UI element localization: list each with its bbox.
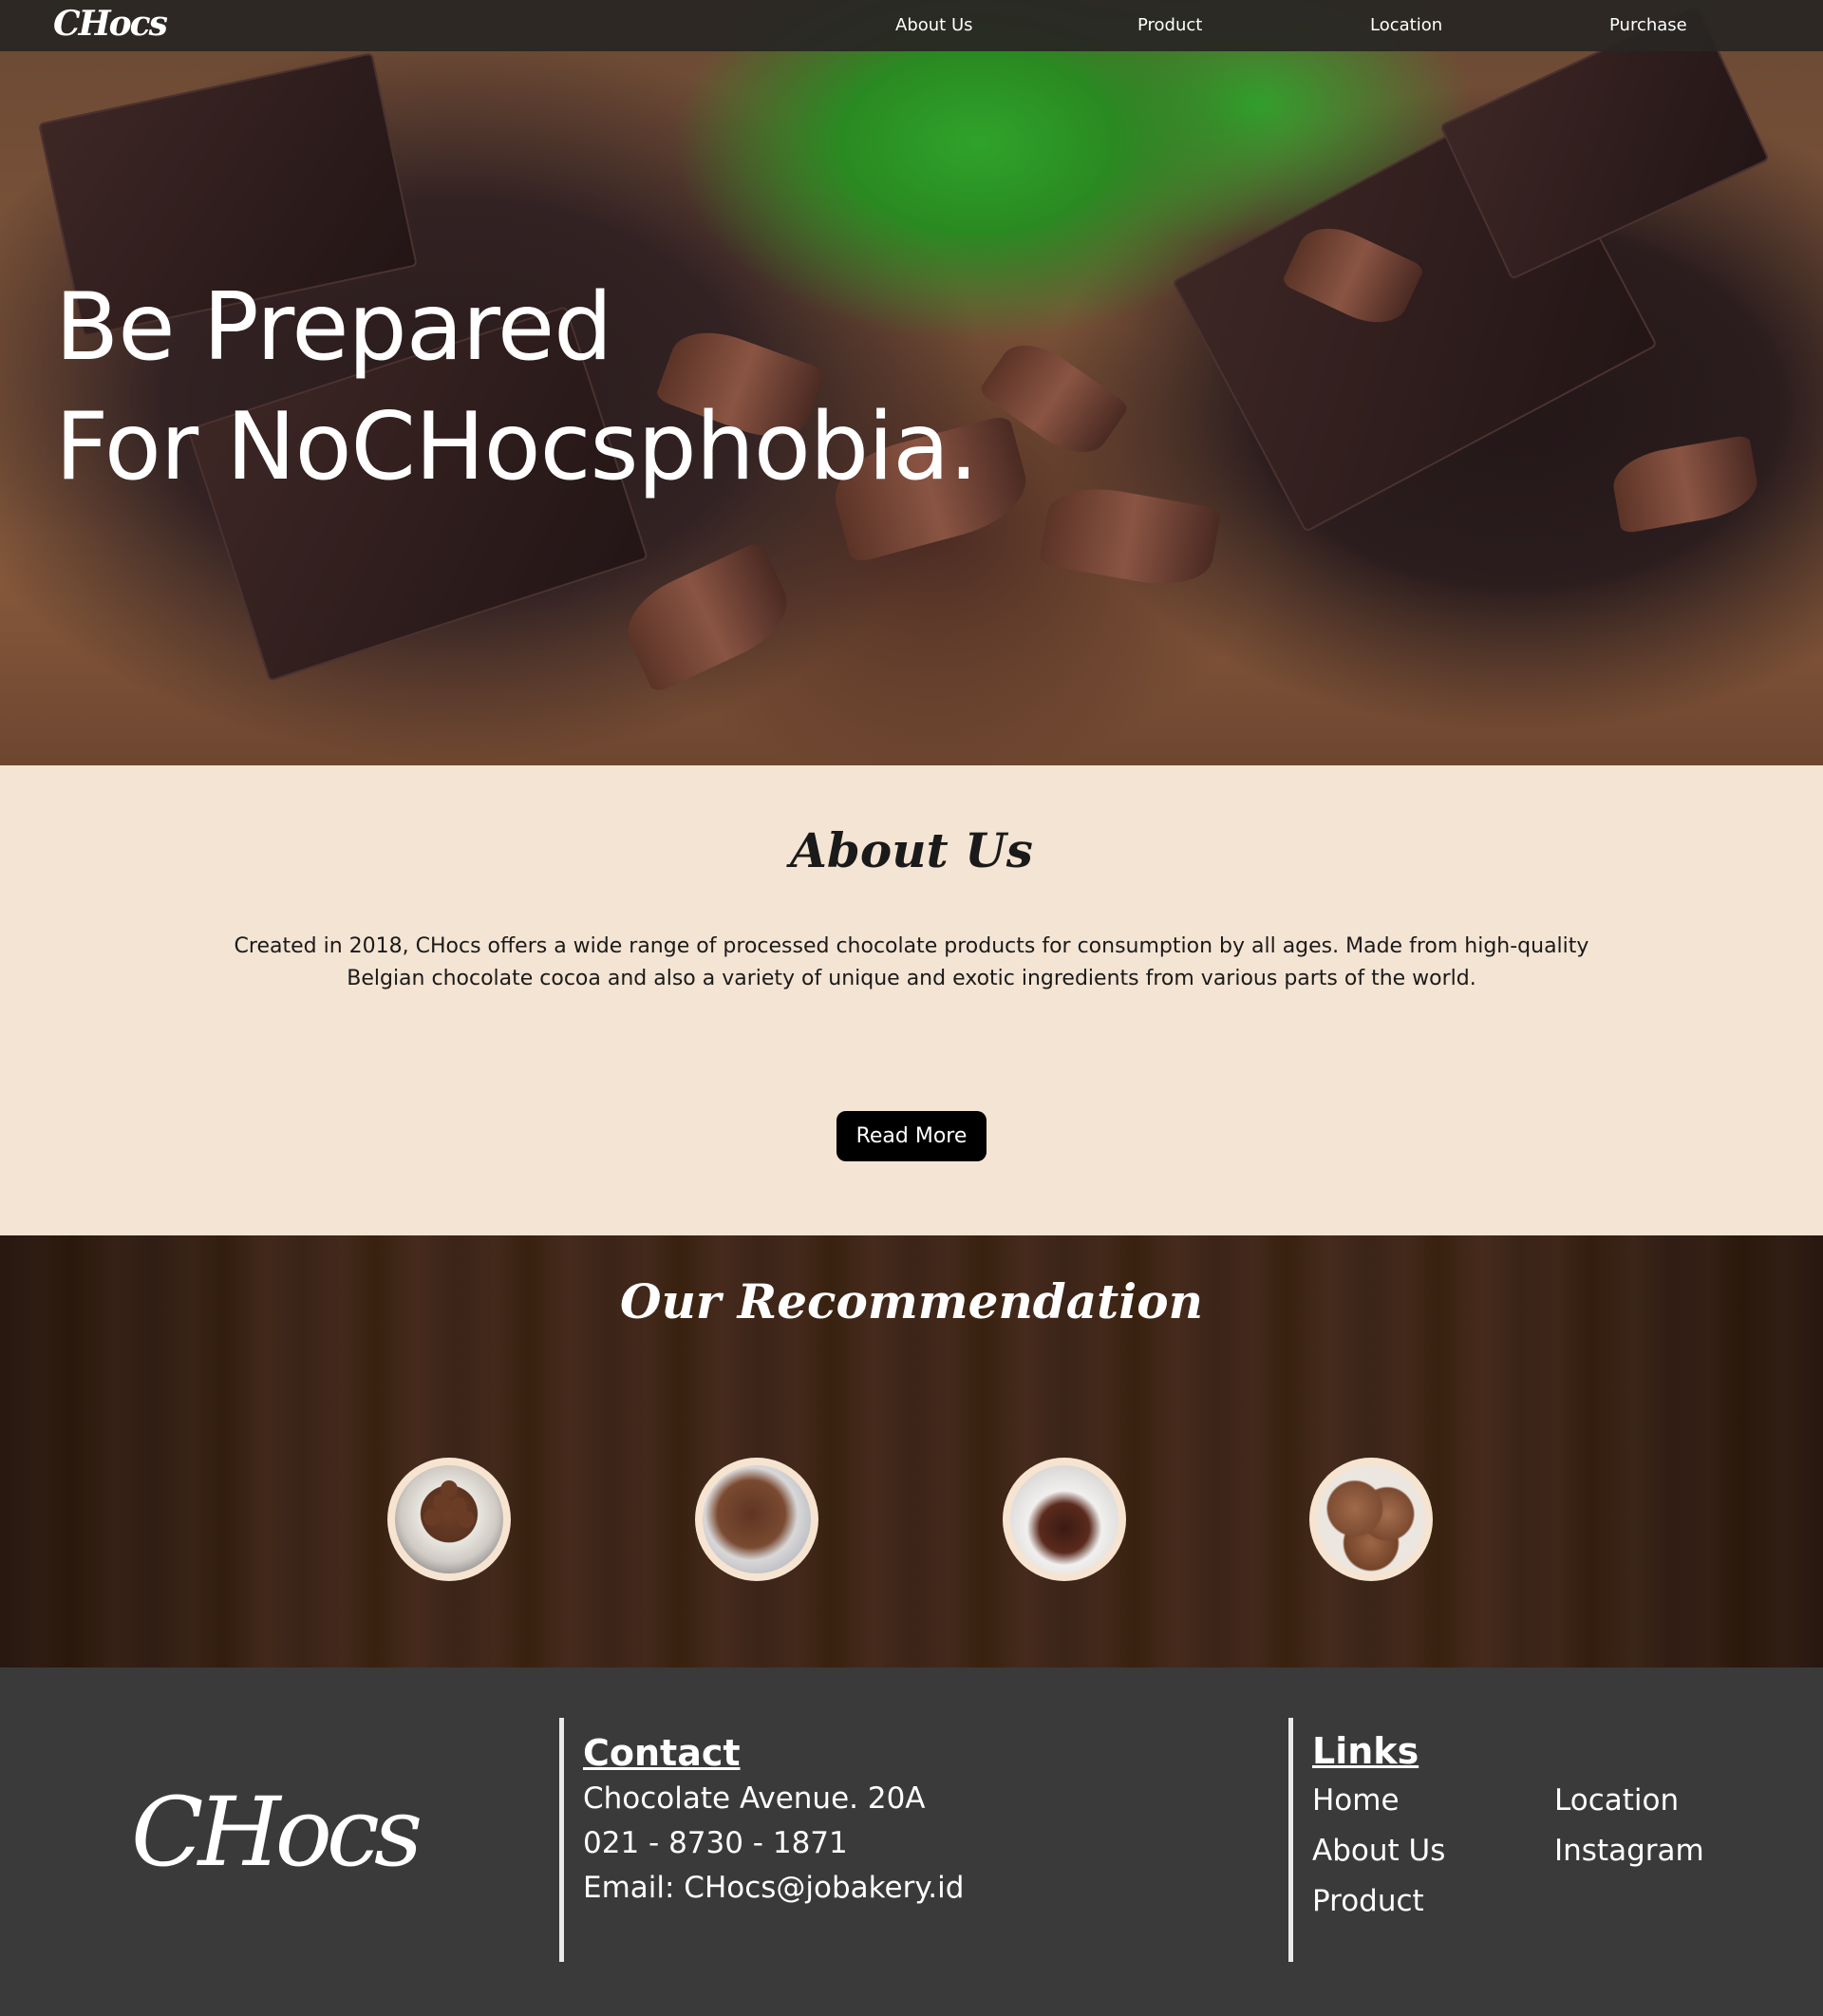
- recommendation-item-truffles[interactable]: [387, 1458, 511, 1581]
- truffles-image: [395, 1465, 503, 1573]
- about-text: Created in 2018, CHocs offers a wide ran…: [234, 934, 1589, 990]
- footer-link-product[interactable]: Product: [1312, 1884, 1424, 1918]
- footer-link-about-us[interactable]: About Us: [1312, 1834, 1445, 1868]
- chocolate-cake-image: [703, 1465, 811, 1573]
- about-heading: About Us: [790, 822, 1033, 878]
- recommendation-item-cake[interactable]: [695, 1458, 818, 1581]
- footer-link-home[interactable]: Home: [1312, 1783, 1400, 1818]
- recommendation-item-ice-cream[interactable]: [1309, 1458, 1433, 1581]
- footer-link-location[interactable]: Location: [1554, 1783, 1679, 1818]
- contact-heading: Contact: [583, 1732, 741, 1774]
- read-more-button[interactable]: Read More: [836, 1111, 987, 1161]
- hero-banner: Be Prepared For NoCHocsphobia.: [0, 0, 1823, 765]
- about-section: About Us Created in 2018, CHocs offers a…: [0, 765, 1823, 1235]
- chocolate-shaving-decoration: [1038, 480, 1222, 593]
- nav-link-purchase[interactable]: Purchase: [1609, 15, 1687, 35]
- contact-address: Chocolate Avenue. 20A: [583, 1781, 926, 1816]
- chocolate-shaving-decoration: [613, 539, 801, 695]
- links-heading: Links: [1312, 1730, 1419, 1772]
- top-navbar: CHocs About Us Product Location Purchase: [0, 0, 1823, 51]
- hero-title-line-1: Be Prepared: [55, 273, 612, 382]
- contact-phone: 021 - 8730 - 1871: [583, 1826, 848, 1860]
- nav-logo[interactable]: CHocs: [53, 4, 168, 44]
- nav-link-product[interactable]: Product: [1137, 15, 1202, 35]
- recommendation-item-lava-cake[interactable]: [1003, 1458, 1126, 1581]
- footer-divider: [559, 1718, 564, 1962]
- recommendation-heading: Our Recommendation: [620, 1273, 1203, 1329]
- footer-divider: [1288, 1718, 1293, 1962]
- footer: CHocs Contact Chocolate Avenue. 20A 021 …: [0, 1667, 1823, 2016]
- contact-email: Email: CHocs@jobakery.id: [583, 1871, 965, 1905]
- recommendation-section: Our Recommendation: [0, 1235, 1823, 1667]
- hero-title-line-2: For NoCHocsphobia.: [55, 393, 978, 501]
- hero-title: Be Prepared For NoCHocsphobia.: [55, 268, 978, 507]
- lava-cake-image: [1010, 1465, 1118, 1573]
- footer-logo: CHocs: [131, 1777, 423, 1888]
- chocolate-shaving-decoration: [1608, 434, 1762, 535]
- footer-link-instagram[interactable]: Instagram: [1554, 1834, 1704, 1868]
- chocolate-ice-cream-image: [1317, 1465, 1425, 1573]
- nav-link-about-us[interactable]: About Us: [895, 15, 973, 35]
- nav-link-location[interactable]: Location: [1370, 15, 1442, 35]
